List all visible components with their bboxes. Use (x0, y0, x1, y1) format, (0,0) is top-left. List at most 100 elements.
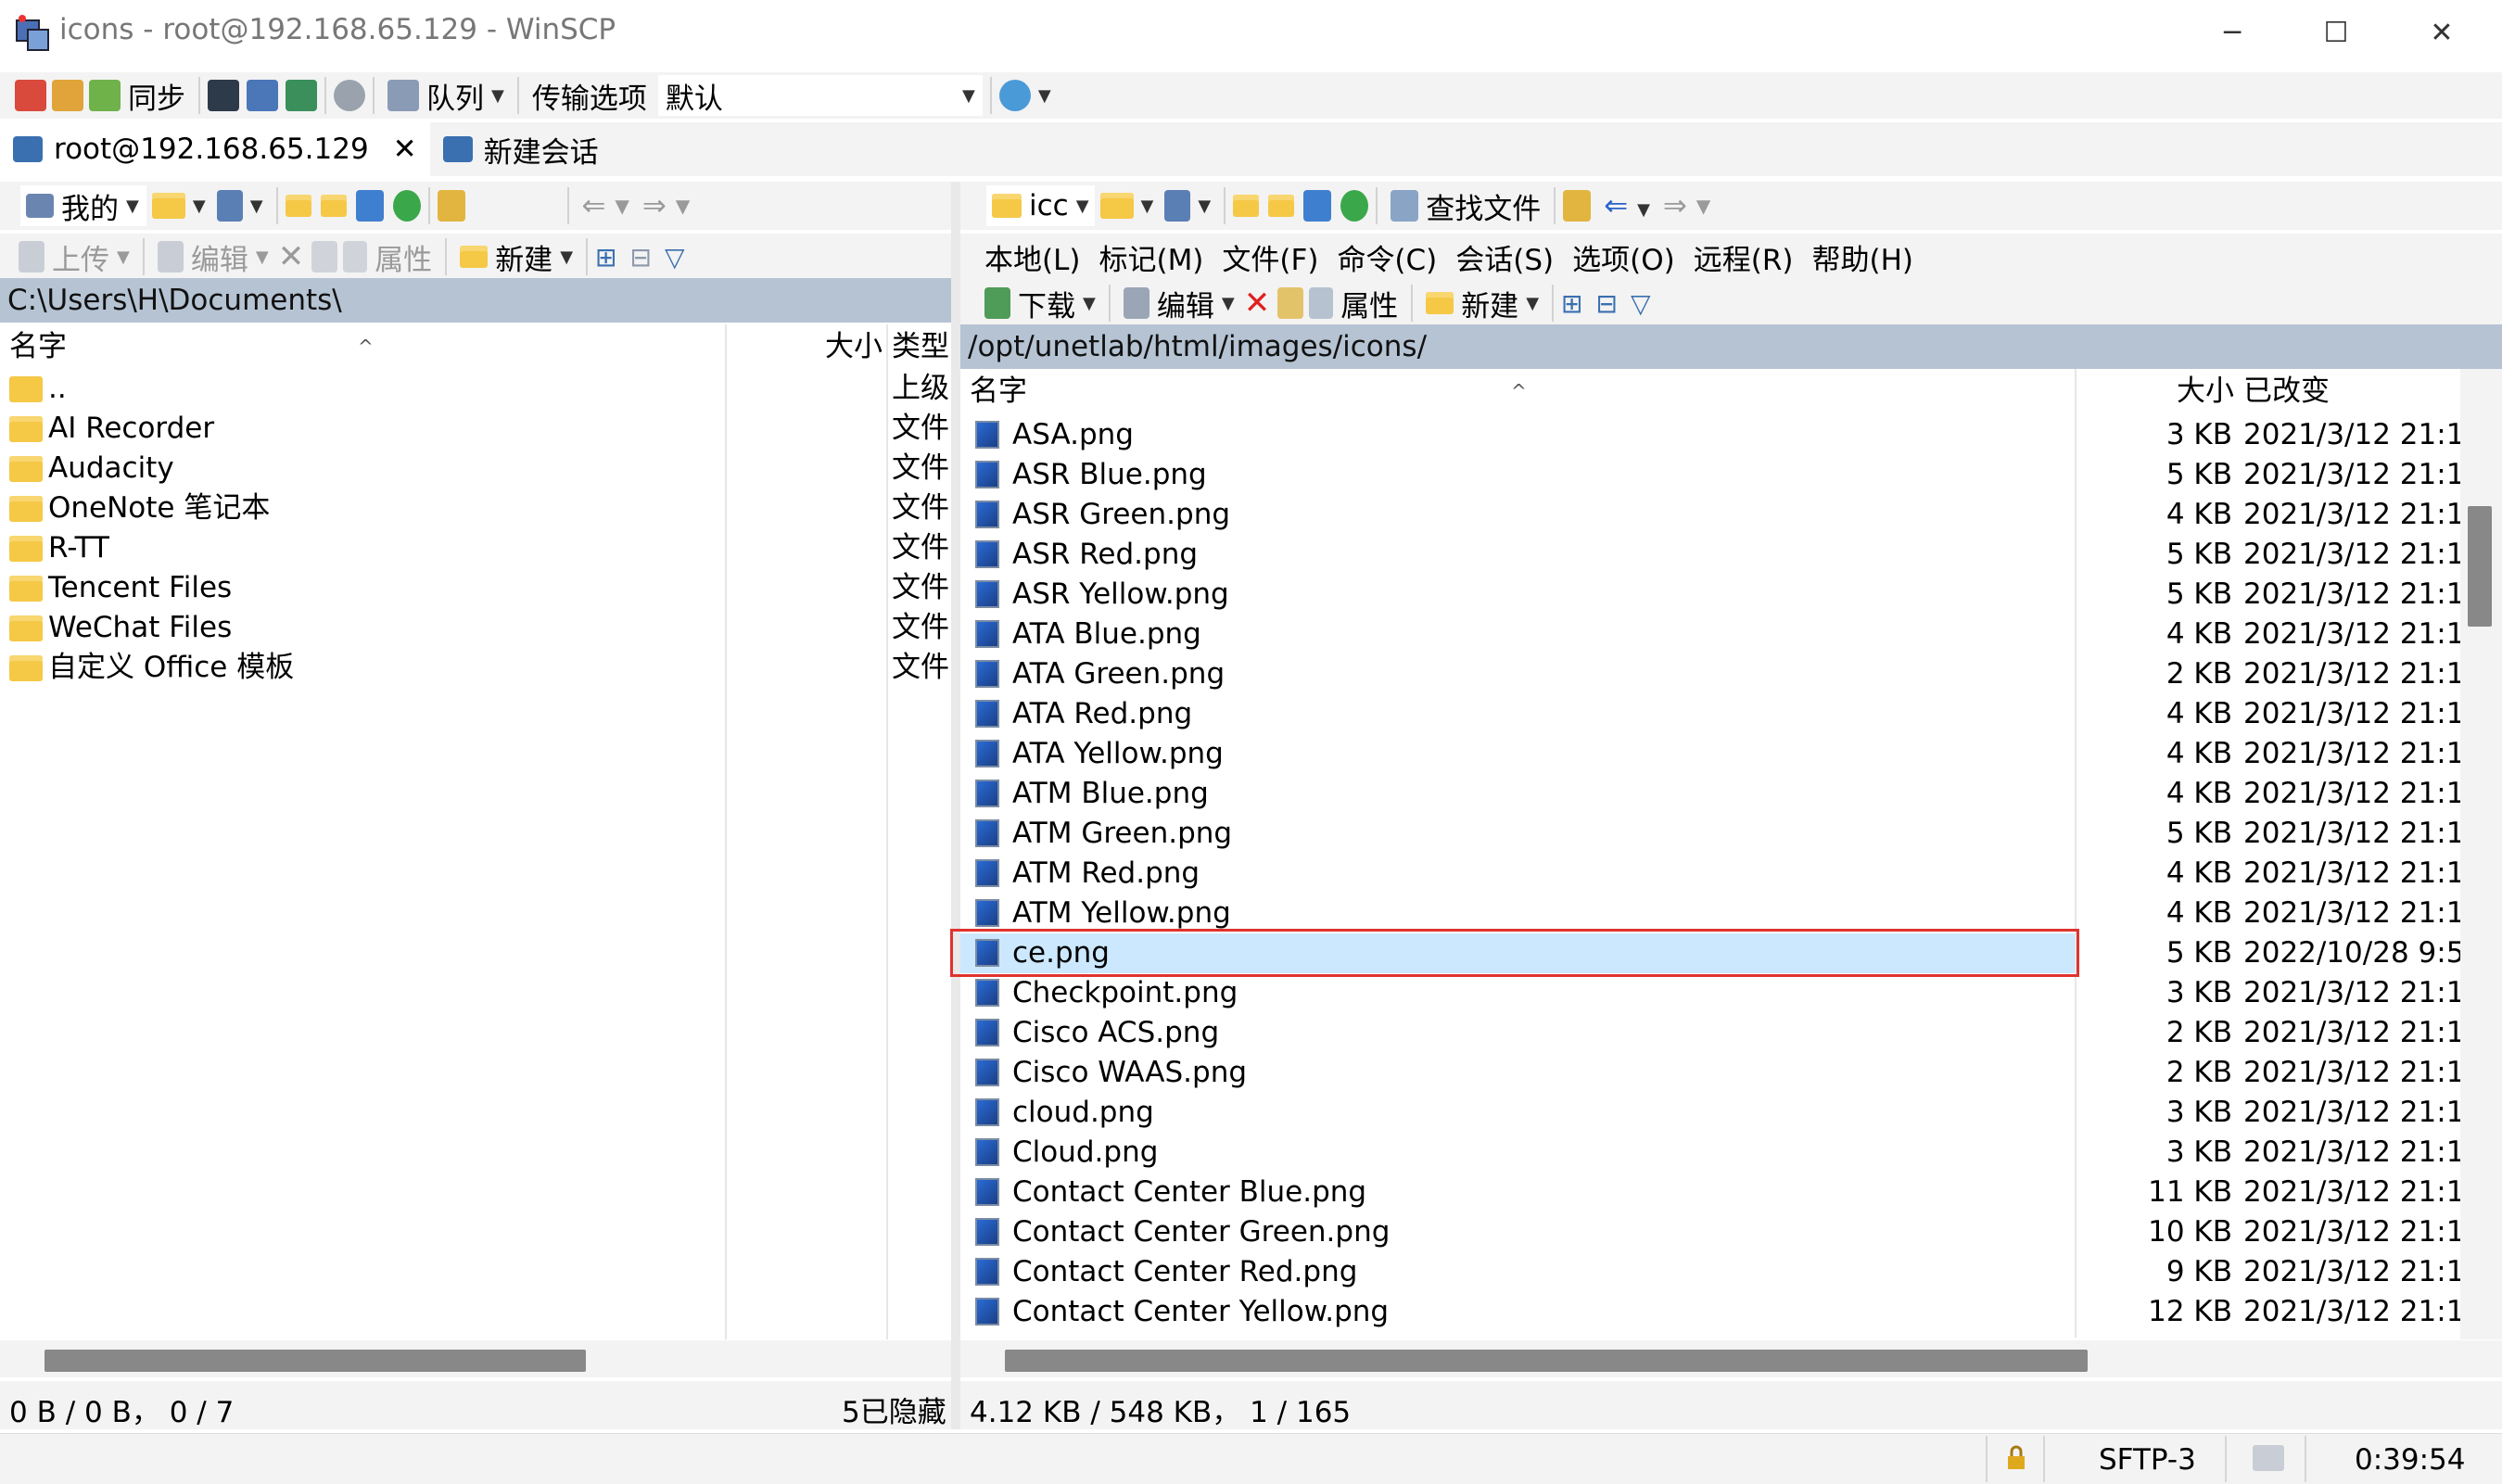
table-row[interactable]: Checkpoint.png (960, 973, 2075, 1013)
parent-directory-icon[interactable] (1233, 195, 1260, 217)
table-row[interactable]: ATM Yellow.png (960, 894, 2075, 933)
hidden-files-count[interactable]: 5已隐藏 (842, 1389, 946, 1430)
edit-button[interactable]: 编辑 ▼ (152, 236, 274, 277)
column-name-header[interactable]: 名字 (9, 324, 67, 369)
filter-select-icon[interactable]: ▽ (665, 242, 685, 273)
properties-button[interactable]: 属性 (337, 236, 438, 277)
table-row[interactable]: Cisco ACS.png (960, 1013, 2075, 1053)
filter-select-icon[interactable]: ▽ (1631, 288, 1651, 319)
table-row[interactable]: Contact Center Green.png (960, 1212, 2075, 1252)
chevron-down-icon[interactable]: ▼ (1038, 86, 1051, 106)
tree-view-icon[interactable] (437, 190, 465, 222)
list-item[interactable]: .. 上级 (0, 369, 951, 409)
transfer-settings-select[interactable]: 默认 ▼ (657, 75, 983, 116)
left-horizontal-scrollbar[interactable] (0, 1340, 951, 1377)
table-row[interactable]: ATA Yellow.png (960, 734, 2075, 774)
upload-button[interactable]: 上传 ▼ (13, 236, 135, 277)
column-size-header[interactable]: 大小 (825, 324, 883, 369)
table-row[interactable]: ASR Blue.png (960, 455, 2075, 495)
menu-mark[interactable]: 标记(M) (1099, 236, 1203, 278)
menu-help[interactable]: 帮助(H) (1811, 236, 1913, 278)
compare-directories-icon[interactable] (15, 80, 46, 111)
table-row[interactable]: ATM Green.png (960, 814, 2075, 854)
column-modified-header[interactable]: 已改变 (2243, 369, 2330, 413)
right-path-bar[interactable]: /opt/unetlab/html/images/icons/ (960, 324, 2502, 369)
menu-session[interactable]: 会话(S) (1455, 236, 1554, 278)
tab-session-root[interactable]: root@192.168.65.129 ✕ (0, 122, 430, 176)
scrollbar-thumb[interactable] (1005, 1350, 2088, 1372)
close-button[interactable]: ✕ (2421, 15, 2462, 52)
rename-icon[interactable] (311, 241, 338, 273)
delete-icon[interactable]: ✕ (278, 238, 305, 275)
table-row[interactable]: Cloud.png (960, 1133, 2075, 1173)
tree-view-icon[interactable] (1563, 190, 1592, 222)
table-row[interactable]: Contact Center Yellow.png (960, 1292, 2075, 1332)
download-button[interactable]: 下载 ▼ (979, 283, 1101, 323)
sync-button[interactable]: 同步 (83, 75, 191, 116)
right-location-select[interactable]: icc ▼ (986, 185, 1095, 226)
menu-local[interactable]: 本地(L) (984, 236, 1080, 278)
deselect-icon[interactable]: ⊟ (630, 242, 652, 273)
table-row[interactable]: ASR Red.png (960, 535, 2075, 575)
table-row[interactable]: ASR Yellow.png (960, 575, 2075, 615)
find-files-button[interactable]: 查找文件 (1385, 185, 1546, 226)
new-button[interactable]: 新建 ▼ (1420, 283, 1544, 323)
synchronize-browsing-icon[interactable] (52, 80, 83, 111)
right-horizontal-scrollbar[interactable] (960, 1340, 2502, 1377)
list-item[interactable]: WeChat Files 文件 (0, 608, 951, 648)
terminal-icon[interactable] (208, 80, 239, 111)
forward-arrow-icon[interactable]: ⇒ ▾ (642, 189, 690, 222)
list-item[interactable]: 自定义 Office 模板 文件 (0, 648, 951, 688)
menu-options[interactable]: 选项(O) (1572, 236, 1675, 278)
table-row[interactable]: ASR Green.png (960, 495, 2075, 535)
back-arrow-icon[interactable]: ⇐ ▼ (1604, 189, 1650, 222)
table-row[interactable]: ATA Blue.png (960, 615, 2075, 654)
open-directory-button[interactable]: ▼ (1095, 185, 1160, 226)
minimize-button[interactable]: ─ (2212, 15, 2253, 52)
maximize-button[interactable]: ☐ (2316, 15, 2356, 52)
table-row[interactable]: ATA Red.png (960, 694, 2075, 734)
filter-button[interactable]: ▼ (211, 185, 269, 226)
open-directory-button[interactable]: ▼ (146, 185, 211, 226)
left-location-select[interactable]: 我的 ▼ (20, 185, 146, 226)
menu-files[interactable]: 文件(F) (1222, 236, 1318, 278)
list-item[interactable]: OneNote 笔记本 文件 (0, 488, 951, 528)
left-path-bar[interactable]: C:\Users\H\Documents\ (0, 278, 951, 323)
remote-desktop-icon[interactable] (286, 80, 317, 111)
panel-splitter[interactable] (951, 182, 960, 1429)
putty-icon[interactable] (247, 80, 278, 111)
home-icon[interactable] (1303, 190, 1332, 222)
select-all-icon[interactable]: ⊞ (1561, 288, 1582, 319)
parent-directory-icon[interactable] (285, 195, 311, 217)
refresh-icon[interactable] (392, 190, 421, 222)
list-item[interactable]: AI Recorder 文件 (0, 409, 951, 449)
list-item[interactable]: R-TT 文件 (0, 528, 951, 568)
scrollbar-thumb[interactable] (44, 1350, 586, 1372)
select-all-icon[interactable]: ⊞ (595, 242, 616, 273)
scrollbar-thumb[interactable] (2468, 506, 2492, 627)
globe-icon[interactable] (998, 80, 1031, 111)
delete-icon[interactable]: ✕ (1244, 285, 1271, 322)
filter-button[interactable]: ▼ (1159, 185, 1216, 226)
forward-arrow-icon[interactable]: ⇒ ▾ (1663, 189, 1710, 222)
menu-commands[interactable]: 命令(C) (1337, 236, 1437, 278)
new-button[interactable]: 新建 ▼ (454, 236, 578, 277)
table-row[interactable]: ATM Red.png (960, 854, 2075, 894)
right-vertical-scrollbar[interactable] (2460, 369, 2502, 1339)
column-type-header[interactable]: 类型 (892, 324, 949, 369)
table-row[interactable]: ATM Blue.png (960, 774, 2075, 814)
edit-button[interactable]: 编辑 ▼ (1118, 283, 1240, 323)
tab-new-session[interactable]: 新建会话 (430, 122, 612, 176)
home-icon[interactable] (355, 190, 384, 222)
preferences-gear-icon[interactable] (334, 80, 365, 111)
back-arrow-icon[interactable]: ⇐ ▾ (582, 189, 629, 222)
close-tab-icon[interactable]: ✕ (393, 133, 417, 166)
column-name-header[interactable]: 名字 (970, 369, 1027, 413)
table-row[interactable]: cloud.png (960, 1093, 2075, 1133)
properties-button[interactable]: 属性 (1303, 283, 1403, 323)
root-directory-icon[interactable] (320, 195, 347, 217)
deselect-icon[interactable]: ⊟ (1596, 288, 1618, 319)
root-directory-icon[interactable] (1268, 195, 1295, 217)
rename-icon[interactable] (1277, 287, 1304, 319)
list-item[interactable]: Audacity 文件 (0, 449, 951, 488)
